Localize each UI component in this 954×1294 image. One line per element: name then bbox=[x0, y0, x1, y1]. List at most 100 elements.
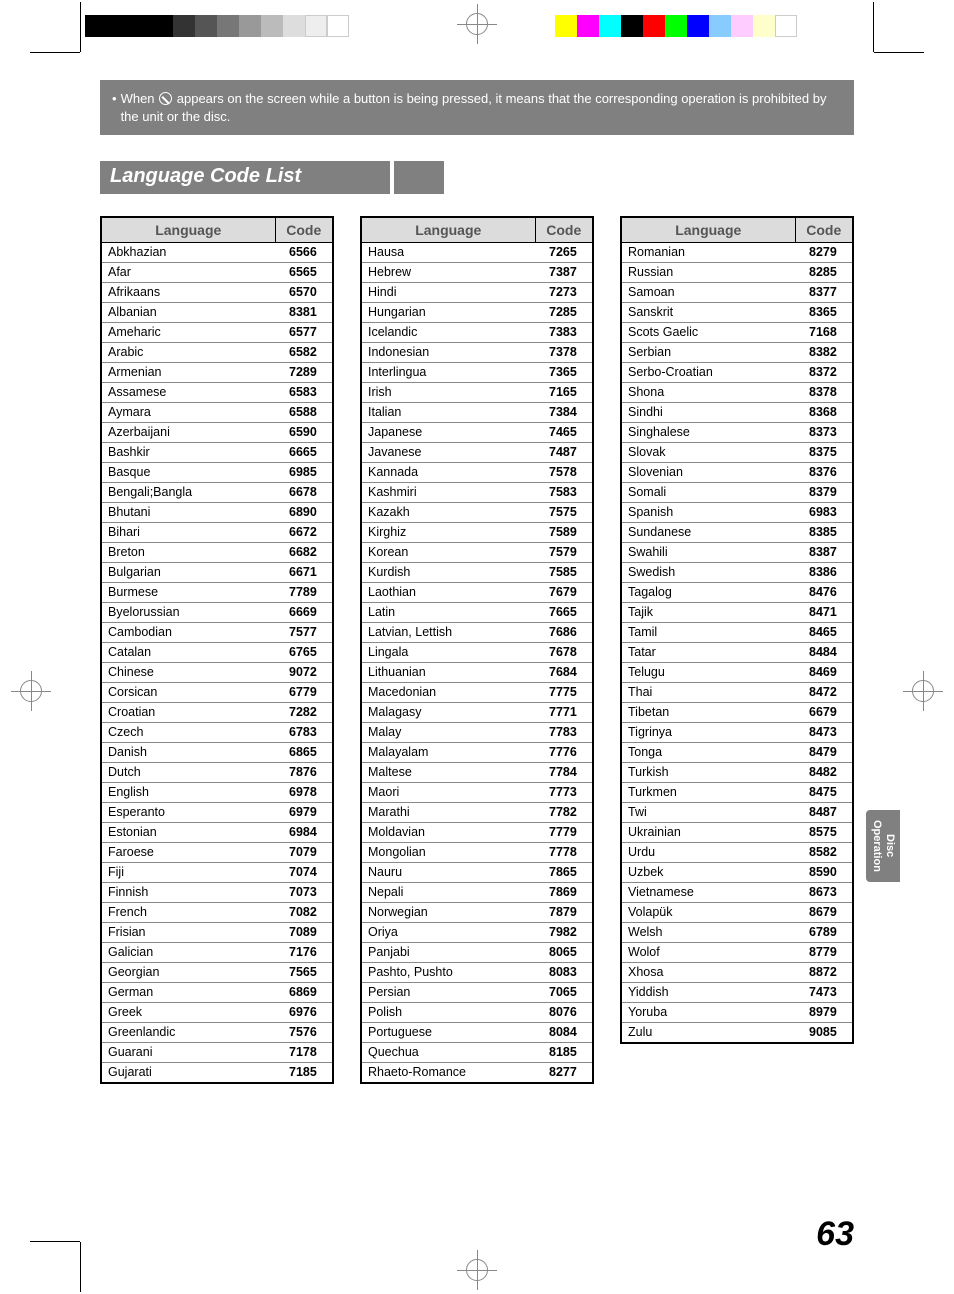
table-row: Bengali;Bangla6678 bbox=[101, 483, 333, 503]
language-name: Gujarati bbox=[101, 1063, 275, 1084]
table-row: Slovenian8376 bbox=[621, 463, 853, 483]
table-row: Irish7165 bbox=[361, 383, 593, 403]
language-code: 6979 bbox=[275, 803, 333, 823]
table-row: Bhutani6890 bbox=[101, 503, 333, 523]
table-row: Persian7065 bbox=[361, 983, 593, 1003]
language-name: Portuguese bbox=[361, 1023, 535, 1043]
language-name: Quechua bbox=[361, 1043, 535, 1063]
language-name: Laothian bbox=[361, 583, 535, 603]
language-name: Slovenian bbox=[621, 463, 795, 483]
language-name: French bbox=[101, 903, 275, 923]
table-row: Latin7665 bbox=[361, 603, 593, 623]
language-code: 7074 bbox=[275, 863, 333, 883]
language-code: 8375 bbox=[795, 443, 853, 463]
language-name: Turkmen bbox=[621, 783, 795, 803]
language-name: Bhutani bbox=[101, 503, 275, 523]
language-name: Tonga bbox=[621, 743, 795, 763]
language-code: 6869 bbox=[275, 983, 333, 1003]
language-name: Oriya bbox=[361, 923, 535, 943]
language-code: 8387 bbox=[795, 543, 853, 563]
crop-mark bbox=[80, 2, 81, 52]
language-name: Tatar bbox=[621, 643, 795, 663]
section-title-tail bbox=[394, 161, 444, 194]
table-row: Zulu9085 bbox=[621, 1023, 853, 1044]
language-code: 6765 bbox=[275, 643, 333, 663]
language-name: Javanese bbox=[361, 443, 535, 463]
table-row: Slovak8375 bbox=[621, 443, 853, 463]
language-code: 6984 bbox=[275, 823, 333, 843]
language-code: 7289 bbox=[275, 363, 333, 383]
table-row: English6978 bbox=[101, 783, 333, 803]
table-row: Korean7579 bbox=[361, 543, 593, 563]
language-name: Aymara bbox=[101, 403, 275, 423]
side-tab-line1: Disc bbox=[884, 834, 896, 857]
language-code: 7678 bbox=[535, 643, 593, 663]
language-name: Tajik bbox=[621, 603, 795, 623]
language-code: 8368 bbox=[795, 403, 853, 423]
table-row: Assamese6583 bbox=[101, 383, 333, 403]
language-name: Indonesian bbox=[361, 343, 535, 363]
language-name: Slovak bbox=[621, 443, 795, 463]
language-name: Swedish bbox=[621, 563, 795, 583]
language-code: 8381 bbox=[275, 303, 333, 323]
language-name: Afrikaans bbox=[101, 283, 275, 303]
language-code: 7876 bbox=[275, 763, 333, 783]
language-name: Assamese bbox=[101, 383, 275, 403]
language-name: Telugu bbox=[621, 663, 795, 683]
language-name: Latvian, Lettish bbox=[361, 623, 535, 643]
language-code: 6978 bbox=[275, 783, 333, 803]
language-name: Xhosa bbox=[621, 963, 795, 983]
language-name: Sanskrit bbox=[621, 303, 795, 323]
table-row: Norwegian7879 bbox=[361, 903, 593, 923]
language-name: Basque bbox=[101, 463, 275, 483]
table-row: Tibetan6679 bbox=[621, 703, 853, 723]
language-code: 8285 bbox=[795, 263, 853, 283]
language-code: 7782 bbox=[535, 803, 593, 823]
table-row: Nepali7869 bbox=[361, 883, 593, 903]
language-name: Afar bbox=[101, 263, 275, 283]
table-row: Cambodian7577 bbox=[101, 623, 333, 643]
language-code: 6570 bbox=[275, 283, 333, 303]
language-code: 7776 bbox=[535, 743, 593, 763]
table-row: Turkish8482 bbox=[621, 763, 853, 783]
language-code: 8479 bbox=[795, 743, 853, 763]
language-name: Zulu bbox=[621, 1023, 795, 1044]
table-row: Rhaeto-Romance8277 bbox=[361, 1063, 593, 1084]
language-name: Japanese bbox=[361, 423, 535, 443]
section-title: Language Code List bbox=[100, 161, 390, 194]
table-row: Hindi7273 bbox=[361, 283, 593, 303]
language-code: 7577 bbox=[275, 623, 333, 643]
table-row: Abkhazian6566 bbox=[101, 243, 333, 263]
table-row: Armenian7289 bbox=[101, 363, 333, 383]
language-name: Finnish bbox=[101, 883, 275, 903]
table-row: Tigrinya8473 bbox=[621, 723, 853, 743]
language-code: 9085 bbox=[795, 1023, 853, 1044]
language-code: 6678 bbox=[275, 483, 333, 503]
language-code: 6679 bbox=[795, 703, 853, 723]
language-name: Norwegian bbox=[361, 903, 535, 923]
language-code: 8065 bbox=[535, 943, 593, 963]
table-row: Yoruba8979 bbox=[621, 1003, 853, 1023]
language-name: Armenian bbox=[101, 363, 275, 383]
language-code: 8469 bbox=[795, 663, 853, 683]
language-code: 6565 bbox=[275, 263, 333, 283]
language-name: Wolof bbox=[621, 943, 795, 963]
language-code: 7165 bbox=[535, 383, 593, 403]
language-code: 6577 bbox=[275, 323, 333, 343]
language-name: Greenlandic bbox=[101, 1023, 275, 1043]
table-row: Hebrew7387 bbox=[361, 263, 593, 283]
table-row: Japanese7465 bbox=[361, 423, 593, 443]
language-code: 7089 bbox=[275, 923, 333, 943]
language-code: 8076 bbox=[535, 1003, 593, 1023]
language-name: German bbox=[101, 983, 275, 1003]
language-name: Ameharic bbox=[101, 323, 275, 343]
language-code: 6583 bbox=[275, 383, 333, 403]
table-row: Catalan6765 bbox=[101, 643, 333, 663]
language-code: 6566 bbox=[275, 243, 333, 263]
language-code: 6672 bbox=[275, 523, 333, 543]
table-row: Dutch7876 bbox=[101, 763, 333, 783]
language-name: Thai bbox=[621, 683, 795, 703]
table-row: Aymara6588 bbox=[101, 403, 333, 423]
language-code: 6779 bbox=[275, 683, 333, 703]
language-name: Tibetan bbox=[621, 703, 795, 723]
